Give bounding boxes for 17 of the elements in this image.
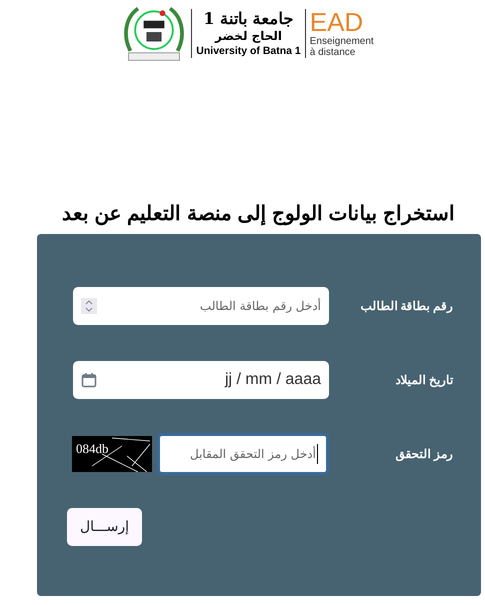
captcha-image: 084db [72,436,152,472]
university-arabic-name: جامعة باتنة 1 [203,8,294,28]
calendar-icon [81,372,97,388]
ead-subtitle: à distance [310,47,356,58]
university-arabic-subtitle: الحاج لخضر [215,28,282,44]
input-field[interactable]: أدخل رمز التحقق المقابل [157,433,329,475]
field-label: رمز التحقق [394,447,453,461]
ead-logo-text: EAD [310,8,364,36]
field-label: رقم بطاقة الطالب [359,299,453,313]
input-field[interactable]: أدخل رقم بطاقة الطالب [73,287,329,325]
spinner-icon [81,298,97,314]
submit-button[interactable]: إرســـال [67,508,142,546]
page-title: استخراج بيانات الولوج إلى منصة التعليم عن بعد [61,202,455,228]
date-field[interactable]: jj / mm / aaaa [73,361,329,399]
ead-subtitle: Enseignement [310,36,374,47]
university-english-name: University of Batna 1 [196,44,301,58]
field-label: تاريخ الميلاد [394,373,453,387]
